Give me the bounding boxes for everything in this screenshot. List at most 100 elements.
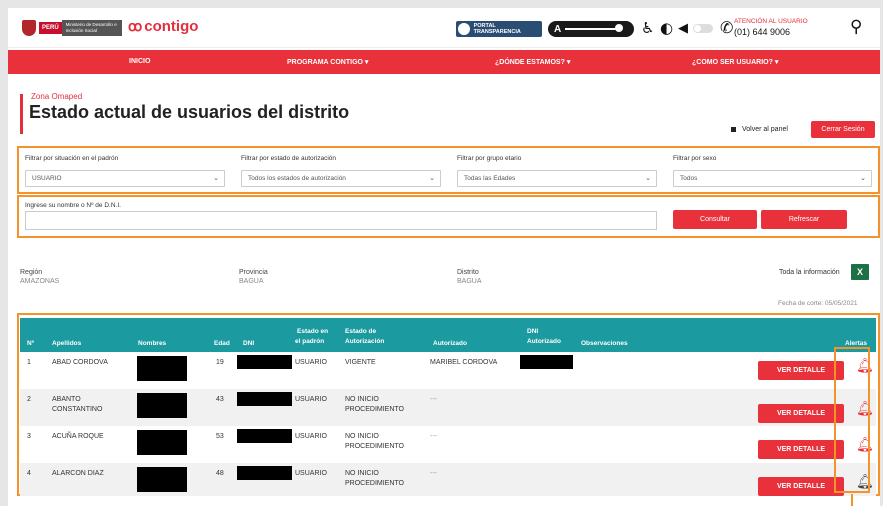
consult-button[interactable]: Consultar [673, 210, 757, 229]
contrast-icon[interactable]: ◐ [660, 19, 673, 37]
chevron-down-icon: ⌄ [213, 174, 219, 182]
row-authorized: --- [430, 470, 437, 477]
row-surnames: ABANTO CONSTANTINO [52, 396, 103, 413]
portal-icon [458, 23, 470, 35]
back-to-panel-link[interactable]: Volver al panel [730, 126, 788, 133]
audio-toggle[interactable] [693, 24, 713, 33]
row-status: USUARIO [295, 433, 327, 440]
filter-age-group-label: Filtrar por grupo etario [457, 155, 522, 162]
row-authorization: NO INICIO PROCEDIMIENTO [345, 433, 404, 450]
phone-label: ATENCIÓN AL USUARIO [734, 18, 808, 25]
view-detail-button[interactable]: VER DETALLE [758, 404, 844, 423]
region-label: Región [20, 269, 43, 276]
page-frame: PERÚ Ministerio de Desarrollo e Inclusió… [8, 8, 880, 506]
row-surnames: ABAD CORDOVA [52, 359, 108, 366]
alerts-pointer [851, 494, 853, 506]
row-status: USUARIO [295, 396, 327, 403]
view-detail-button[interactable]: VER DETALLE [758, 361, 844, 380]
redacted-dni [237, 392, 292, 406]
people-icon: ꝏ [128, 18, 142, 34]
table-header: Nº Apellidos Nombres Edad DNI Estado en … [20, 318, 876, 352]
region-value: AMAZONAS [20, 278, 60, 285]
filter-authorization-label: Filtrar por estado de autorización [241, 155, 337, 162]
peru-badge: PERÚ [39, 22, 62, 34]
chevron-down-icon: ⌄ [860, 174, 866, 182]
filter-sex-label: Filtrar por sexo [673, 155, 717, 162]
accessibility-icon[interactable]: ♿ [641, 19, 654, 37]
th-num: Nº [27, 340, 35, 347]
top-bar: PERÚ Ministerio de Desarrollo e Inclusió… [8, 8, 880, 48]
row-age: 48 [216, 470, 224, 477]
all-info-label[interactable]: Toda la información [779, 269, 840, 276]
row-age: 53 [216, 433, 224, 440]
view-detail-button[interactable]: VER DETALLE [758, 440, 844, 459]
district-value: BAGUA [457, 278, 482, 285]
row-status: USUARIO [295, 359, 327, 366]
table-row: 2 ABANTO CONSTANTINO 43 USUARIO NO INICI… [20, 389, 876, 426]
peru-shield-icon [22, 20, 36, 36]
filter-status-select[interactable]: USUARIO ⌄ [25, 170, 225, 187]
search-input[interactable] [25, 211, 657, 230]
table-row: 1 ABAD CORDOVA 19 USUARIO VIGENTE MARIBE… [20, 352, 876, 389]
district-label: Distrito [457, 269, 479, 276]
brand-name: contigo [144, 18, 199, 35]
filter-authorization-value: Todos los estados de autorización [248, 175, 346, 182]
row-authorized: --- [430, 433, 437, 440]
row-authorized: --- [430, 396, 437, 403]
table-row: 3 ACUÑA ROQUE 53 USUARIO NO INICIO PROCE… [20, 426, 876, 463]
font-size-icon: A [554, 23, 562, 35]
redacted-names [137, 393, 187, 418]
view-detail-button[interactable]: VER DETALLE [758, 477, 844, 496]
alerts-highlight [834, 347, 870, 493]
filter-status-label: Filtrar por situación en el padrón [25, 155, 119, 162]
nav-item-como-ser-usuario[interactable]: ¿COMO SER USUARIO? ▾ [692, 58, 778, 66]
redacted-dni [237, 466, 292, 480]
section-subtitle: Zona Omaped [31, 92, 83, 101]
row-authorization: NO INICIO PROCEDIMIENTO [345, 470, 404, 487]
redacted-dni-authorized [520, 355, 573, 369]
phone-number[interactable]: (01) 644 9006 [734, 27, 790, 37]
filter-age-group-select[interactable]: Todas las Edades ⌄ [457, 170, 657, 187]
refresh-button[interactable]: Refrescar [761, 210, 847, 229]
portal-transparencia-button[interactable]: PORTAL TRANSPARENCIA [456, 21, 542, 37]
filter-sex-value: Todos [680, 175, 698, 182]
row-authorization: NO INICIO PROCEDIMIENTO [345, 396, 404, 413]
th-dni-auth-line1: DNI [527, 328, 539, 335]
row-num: 3 [27, 433, 31, 440]
row-surnames: ACUÑA ROQUE [52, 433, 104, 440]
redacted-names [137, 430, 187, 455]
redacted-dni [237, 355, 292, 369]
phone-icon: ✆ [720, 18, 734, 37]
th-status-line2: el padrón [295, 338, 325, 345]
excel-download-icon[interactable]: X [851, 264, 869, 280]
search-icon[interactable]: ⚲ [850, 17, 862, 37]
row-age: 43 [216, 396, 224, 403]
nav-item-inicio[interactable]: INICIO [129, 58, 150, 65]
th-surnames: Apellidos [52, 340, 82, 347]
th-authorized: Autorizado [433, 340, 467, 347]
th-dni-auth-line2: Autorizado [527, 338, 561, 345]
nav-item-donde[interactable]: ¿DÓNDE ESTAMOS? ▾ [495, 58, 570, 66]
ministry-logo[interactable]: PERÚ Ministerio de Desarrollo e Inclusió… [22, 19, 122, 37]
text-zoom-control[interactable]: A [548, 21, 634, 37]
row-age: 19 [216, 359, 224, 366]
redacted-dni [237, 429, 292, 443]
heading-accent [20, 94, 23, 134]
nav-item-programa[interactable]: PROGRAMA CONTIGO ▾ [287, 58, 368, 66]
filter-sex-select[interactable]: Todos ⌄ [673, 170, 872, 187]
row-surnames: ALARCON DIAZ [52, 470, 104, 477]
contigo-logo[interactable]: ꝏ contigo [128, 18, 198, 35]
th-age: Edad [214, 340, 230, 347]
logout-button[interactable]: Cerrar Sesión [811, 121, 875, 138]
row-authorized: MARIBEL CORDOVA [430, 359, 498, 366]
ministry-name: Ministerio de Desarrollo e Inclusión Soc… [61, 20, 122, 36]
province-label: Provincia [239, 269, 268, 276]
filter-authorization-select[interactable]: Todos los estados de autorización ⌄ [241, 170, 441, 187]
main-nav: INICIO PROGRAMA CONTIGO ▾ ¿DÓNDE ESTAMOS… [8, 50, 880, 74]
back-to-panel-label: Volver al panel [742, 126, 788, 133]
zoom-slider[interactable] [565, 24, 624, 32]
province-value: BAGUA [239, 278, 264, 285]
speaker-icon[interactable]: ◀ [678, 21, 688, 36]
page-title: Estado actual de usuarios del distrito [29, 102, 350, 122]
row-authorization: VIGENTE [345, 359, 376, 366]
